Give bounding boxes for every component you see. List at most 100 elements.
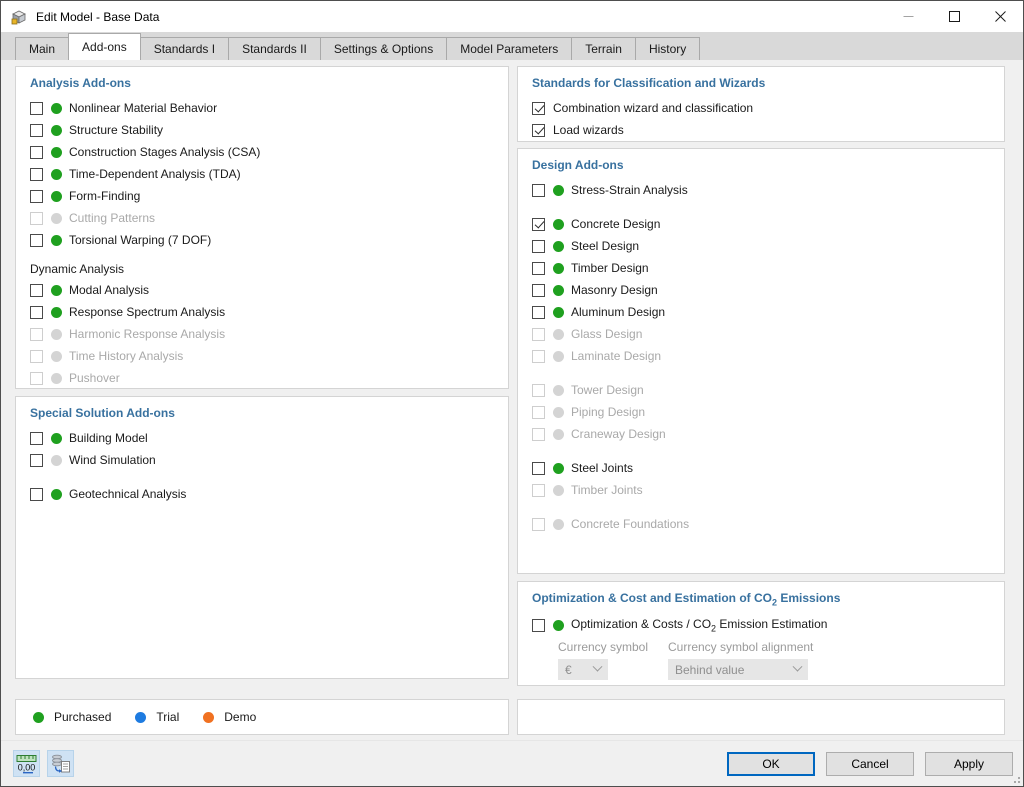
addon-row-concrete-foundations: Concrete Foundations xyxy=(518,513,1004,535)
tab-model-parameters[interactable]: Model Parameters xyxy=(446,37,573,60)
resize-grip[interactable] xyxy=(1011,774,1021,784)
apply-button[interactable]: Apply xyxy=(925,751,1013,776)
currency-symbol-label: Currency symbol xyxy=(558,640,649,655)
addon-row-torsional-warping[interactable]: Torsional Warping (7 DOF) xyxy=(16,229,508,251)
addon-label: Building Model xyxy=(69,431,148,445)
addon-label: Cutting Patterns xyxy=(69,211,156,225)
units-decimal-places-button[interactable]: 0,00 xyxy=(13,750,40,777)
checkbox[interactable] xyxy=(532,239,545,253)
tab-add-ons[interactable]: Add-ons xyxy=(68,33,141,60)
checkbox[interactable] xyxy=(532,283,545,297)
tab-label: History xyxy=(648,42,687,56)
option-row-load-wizards[interactable]: Load wizards xyxy=(518,119,1004,141)
addon-label: Craneway Design xyxy=(571,427,666,441)
legend-label: Demo xyxy=(224,710,257,724)
checkbox[interactable] xyxy=(532,305,545,319)
addon-label: Glass Design xyxy=(571,327,643,341)
status-dot-purchased xyxy=(51,306,62,318)
checkbox[interactable] xyxy=(30,145,43,159)
checkbox[interactable] xyxy=(30,431,43,445)
tab-settings-options[interactable]: Settings & Options xyxy=(319,37,448,60)
cancel-button[interactable]: Cancel xyxy=(826,751,914,776)
addon-row-time-dependent-analysis[interactable]: Time-Dependent Analysis (TDA) xyxy=(16,163,508,185)
tab-main[interactable]: Main xyxy=(15,37,70,60)
maximize-icon[interactable] xyxy=(931,1,977,32)
legend-panel: Purchased Trial Demo xyxy=(15,699,509,735)
checkbox[interactable] xyxy=(30,283,43,297)
currency-symbol-dropdown: € xyxy=(558,659,608,681)
status-dot-none xyxy=(553,518,564,530)
empty-panel xyxy=(517,699,1005,735)
checkbox[interactable] xyxy=(30,305,43,319)
checkbox[interactable] xyxy=(532,183,545,197)
addon-row-building-model[interactable]: Building Model xyxy=(16,427,508,449)
legend-item-purchased: Purchased xyxy=(33,710,111,724)
addon-row-masonry-design[interactable]: Masonry Design xyxy=(518,279,1004,301)
apply-label: Apply xyxy=(953,756,985,771)
legend-item-demo: Demo xyxy=(203,710,256,724)
addon-row-form-finding[interactable]: Form-Finding xyxy=(16,185,508,207)
status-dot-purchased xyxy=(553,184,564,196)
checkbox-checked[interactable] xyxy=(532,123,545,137)
section-heading: Standards for Classification and Wizards xyxy=(532,76,766,90)
checkbox xyxy=(30,371,43,385)
section-heading: Special Solution Add-ons xyxy=(30,406,175,420)
addon-label: Form-Finding xyxy=(69,189,141,203)
addon-row-optimization-costs[interactable]: Optimization & Costs / CO2 Emission Esti… xyxy=(518,614,1004,636)
trial-dot-icon xyxy=(135,711,147,723)
standards-panel: Standards for Classification and Wizards… xyxy=(517,66,1005,142)
addon-row-response-spectrum[interactable]: Response Spectrum Analysis xyxy=(16,301,508,323)
status-dot-none xyxy=(51,350,62,362)
transfer-settings-button[interactable] xyxy=(47,750,74,777)
units-icon: 0,00 xyxy=(16,755,37,774)
checkbox[interactable] xyxy=(30,233,43,247)
addon-row-nonlinear-material-behavior[interactable]: Nonlinear Material Behavior xyxy=(16,97,508,119)
right-spacer xyxy=(517,686,1005,699)
addon-row-wind-simulation[interactable]: Wind Simulation xyxy=(16,449,508,471)
tab-label: Settings & Options xyxy=(333,42,434,56)
addon-row-stress-strain[interactable]: Stress-Strain Analysis xyxy=(518,179,1004,201)
addon-row-aluminum-design[interactable]: Aluminum Design xyxy=(518,301,1004,323)
addon-row-modal-analysis[interactable]: Modal Analysis xyxy=(16,279,508,301)
addon-row-geotechnical-analysis[interactable]: Geotechnical Analysis xyxy=(16,483,508,505)
checkbox[interactable] xyxy=(532,618,545,632)
option-row-combination-wizard[interactable]: Combination wizard and classification xyxy=(518,97,1004,119)
checkbox[interactable] xyxy=(30,453,43,467)
close-icon[interactable] xyxy=(977,1,1023,32)
tab-label: Add-ons xyxy=(82,40,127,54)
status-dot-purchased xyxy=(51,124,62,136)
tab-standards-1[interactable]: Standards I xyxy=(139,37,230,60)
chevron-down-icon xyxy=(792,662,803,673)
edit-model-dialog: Edit Model - Base Data Main Add-ons Stan… xyxy=(0,0,1024,787)
checkbox[interactable] xyxy=(532,261,545,275)
tab-history[interactable]: History xyxy=(634,37,701,60)
addon-row-cutting-patterns: Cutting Patterns xyxy=(16,207,508,229)
right-column: Standards for Classification and Wizards… xyxy=(517,66,1005,735)
checkbox[interactable] xyxy=(532,461,545,475)
addon-label: Wind Simulation xyxy=(69,453,156,467)
tab-standards-2[interactable]: Standards II xyxy=(228,37,321,60)
addon-row-timber-design[interactable]: Timber Design xyxy=(518,257,1004,279)
dialog-content: Analysis Add-ons Nonlinear Material Beha… xyxy=(1,60,1023,740)
checkbox[interactable] xyxy=(30,101,43,115)
checkbox-checked[interactable] xyxy=(532,101,545,115)
dropdown-value: Behind value xyxy=(675,662,745,677)
ok-button[interactable]: OK xyxy=(727,751,815,776)
checkbox[interactable] xyxy=(30,189,43,203)
addon-label: Tower Design xyxy=(571,383,644,397)
checkbox-checked[interactable] xyxy=(532,217,545,231)
status-dot-purchased xyxy=(51,488,62,500)
checkbox[interactable] xyxy=(30,487,43,501)
addon-label: Response Spectrum Analysis xyxy=(69,305,226,319)
addon-label: Steel Joints xyxy=(571,461,634,475)
addon-row-steel-joints[interactable]: Steel Joints xyxy=(518,457,1004,479)
addon-row-concrete-design[interactable]: Concrete Design xyxy=(518,213,1004,235)
addon-row-steel-design[interactable]: Steel Design xyxy=(518,235,1004,257)
dropdown-value: € xyxy=(565,662,572,677)
checkbox[interactable] xyxy=(30,123,43,137)
addon-label: Timber Joints xyxy=(571,483,643,497)
addon-row-construction-stages[interactable]: Construction Stages Analysis (CSA) xyxy=(16,141,508,163)
addon-row-structure-stability[interactable]: Structure Stability xyxy=(16,119,508,141)
checkbox[interactable] xyxy=(30,167,43,181)
tab-terrain[interactable]: Terrain xyxy=(571,37,636,60)
